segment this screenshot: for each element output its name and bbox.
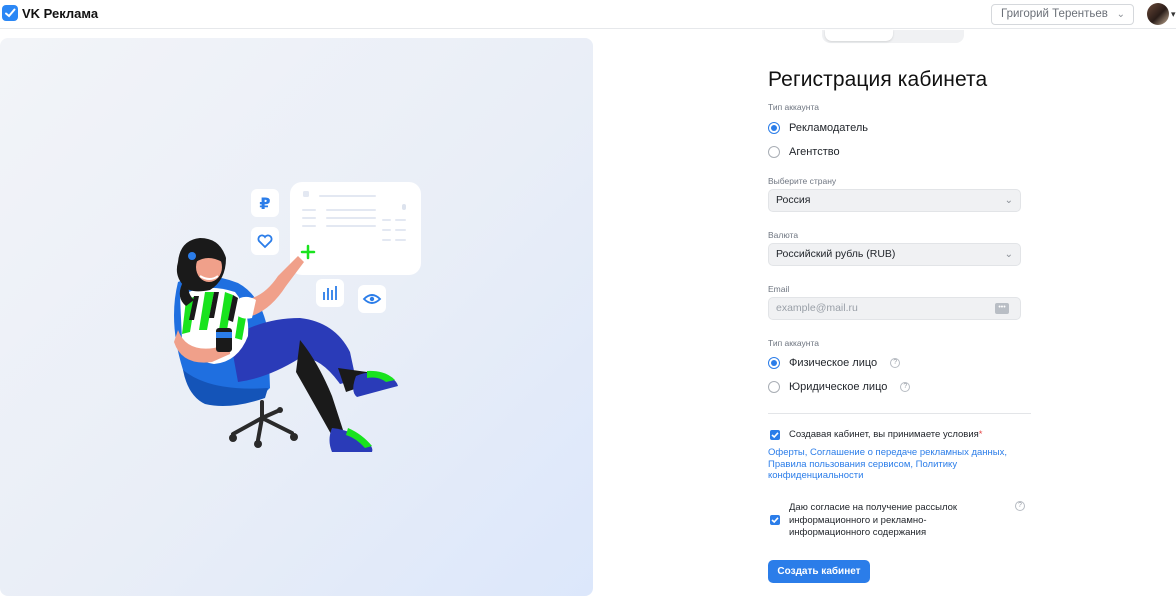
consent-line: информационного и рекламно- [789, 514, 927, 526]
currency-label: Валюта [768, 230, 799, 240]
consent-line: информационного содержания [789, 527, 927, 538]
country-label: Выберите страну [768, 176, 837, 186]
email-label: Email [768, 284, 790, 294]
heart-icon [251, 227, 279, 255]
chevron-down-icon: ⌄ [1004, 249, 1013, 260]
divider [768, 413, 1031, 414]
chevron-down-icon: ⌄ [1004, 195, 1013, 206]
person-type-label: Тип аккаунта [768, 338, 819, 348]
radio-label: Физическое лицо [789, 357, 878, 369]
eye-icon [358, 285, 386, 313]
user-avatar[interactable] [1147, 3, 1169, 25]
user-account-select[interactable]: Григорий Терентьев ⌄ [991, 4, 1134, 25]
illustration-panel: ₽ [0, 38, 593, 596]
radio-label: Рекламодатель [789, 122, 868, 134]
radio-label: Юридическое лицо [789, 381, 888, 393]
email-field[interactable]: example@mail.ru ••• [768, 297, 1021, 320]
currency-select[interactable]: Российский рубль (RUB) ⌄ [768, 243, 1021, 266]
vk-ads-logo-icon [2, 5, 18, 21]
brand-name: VK Реклама [22, 5, 99, 21]
consent-line: Даю согласие на получение рассылок [789, 502, 958, 513]
top-bar: VK Реклама Григорий Терентьев ⌄ ▾ [0, 0, 1176, 29]
required-mark: * [978, 429, 983, 440]
radio-button[interactable] [768, 357, 780, 369]
checkmark-icon [771, 517, 779, 524]
country-value: Россия [776, 194, 811, 206]
help-icon[interactable]: ? [890, 358, 901, 368]
consent-text: Даю согласие на получение рассылок инфор… [789, 502, 957, 540]
chevron-down-icon: ⌄ [1116, 9, 1125, 20]
radio-individual[interactable]: Физическое лицо ? [768, 357, 901, 369]
radio-agency[interactable]: Агентство [768, 146, 840, 158]
radio-label: Агентство [789, 146, 840, 158]
country-select[interactable]: Россия ⌄ [768, 189, 1021, 212]
radio-button[interactable] [768, 381, 780, 393]
help-icon[interactable]: ? [1015, 501, 1025, 511]
radio-button[interactable] [768, 146, 780, 158]
currency-value: Российский рубль (RUB) [776, 248, 896, 260]
terms-links[interactable]: Оферты, Соглашение о передаче рекламных … [768, 447, 1008, 482]
chevron-down-icon[interactable]: ▾ [1171, 9, 1176, 20]
create-cabinet-button[interactable]: Создать кабинет [768, 560, 870, 583]
user-name: Григорий Терентьев [1001, 8, 1108, 20]
email-placeholder: example@mail.ru [776, 302, 858, 314]
help-icon[interactable]: ? [900, 382, 911, 392]
autofill-icon[interactable]: ••• [995, 303, 1009, 314]
terms-label: Создавая кабинет, вы принимаете условия [789, 429, 979, 440]
terms-checkbox[interactable] [770, 430, 780, 440]
checkmark-icon [771, 432, 779, 439]
radio-advertiser[interactable]: Рекламодатель [768, 122, 868, 134]
radio-button[interactable] [768, 122, 780, 134]
consent-checkbox[interactable] [770, 515, 780, 525]
page-title: Регистрация кабинета [768, 68, 988, 91]
terms-text: Создавая кабинет, вы принимаете условия* [789, 429, 983, 442]
account-type-label: Тип аккаунта [768, 102, 819, 112]
brand[interactable]: VK Реклама [2, 5, 98, 21]
bar-chart-icon [316, 279, 344, 307]
ruble-icon: ₽ [251, 189, 279, 217]
mode-switch-active[interactable] [825, 30, 893, 41]
illustration: ₽ [174, 182, 421, 452]
svg-text:₽: ₽ [259, 194, 270, 213]
radio-legal-entity[interactable]: Юридическое лицо ? [768, 381, 911, 393]
